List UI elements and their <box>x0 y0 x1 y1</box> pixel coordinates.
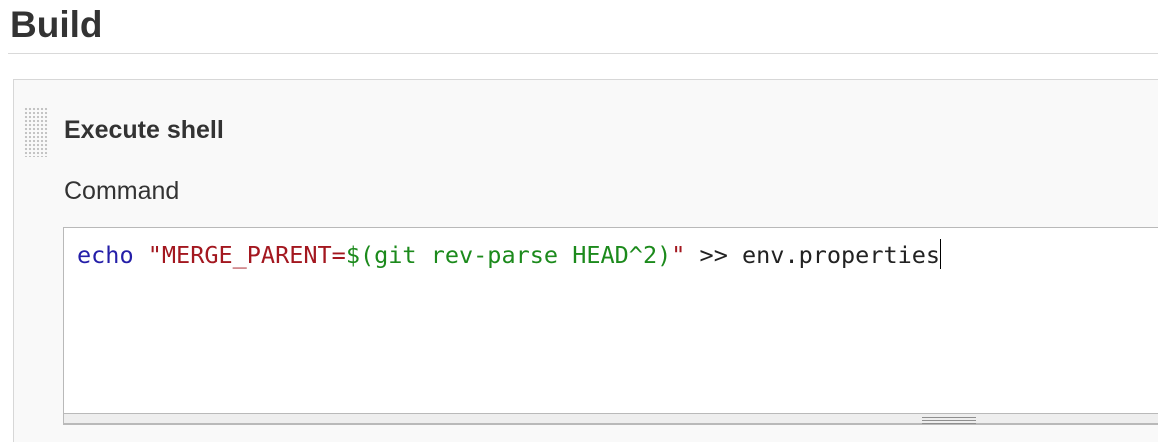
command-label: Command <box>64 177 180 205</box>
code-substitution: $(git rev-parse HEAD^2) <box>345 241 672 269</box>
drag-handle-icon[interactable] <box>24 107 48 157</box>
command-code-line: echo "MERGE_PARENT=$(git rev-parse HEAD^… <box>77 237 942 273</box>
code-redirect: >> env.properties <box>685 241 941 269</box>
section-title: Build <box>10 4 103 45</box>
page: Build Execute shell Command echo "MERGE_… <box>0 0 1158 442</box>
editor-resize-bar[interactable] <box>63 413 1158 424</box>
resize-grip-icon[interactable] <box>922 417 976 425</box>
build-step-title: Execute shell <box>64 116 224 144</box>
text-caret <box>940 239 942 269</box>
code-string-open: "MERGE_PARENT= <box>147 241 346 269</box>
code-string-close: " <box>671 241 686 269</box>
section-divider <box>8 53 1158 54</box>
command-editor[interactable]: echo "MERGE_PARENT=$(git rev-parse HEAD^… <box>63 227 1158 425</box>
code-keyword: echo <box>77 241 134 269</box>
